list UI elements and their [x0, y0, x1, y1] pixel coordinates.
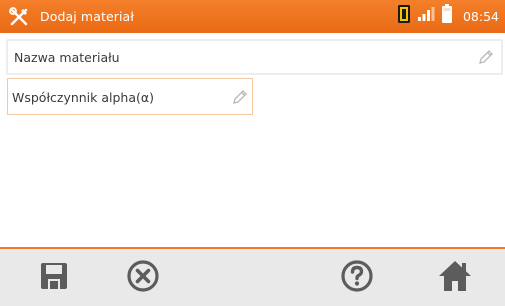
clock: 08:54 — [462, 8, 499, 24]
pencil-icon — [231, 88, 249, 106]
sd-card-icon — [397, 4, 411, 28]
home-icon — [437, 259, 473, 297]
home-button[interactable] — [434, 257, 476, 299]
help-button[interactable] — [336, 257, 378, 299]
title-bar: Dodaj materiał 08:54 — [0, 0, 505, 33]
save-button[interactable] — [33, 257, 75, 299]
cancel-icon — [126, 259, 160, 297]
alpha-coefficient-placeholder: Współczynnik alpha(α) — [12, 90, 155, 105]
save-icon — [39, 261, 69, 295]
alpha-coefficient-field[interactable]: Współczynnik alpha(α) — [7, 78, 253, 115]
cancel-button[interactable] — [122, 257, 164, 299]
bottom-toolbar — [0, 247, 505, 306]
page-title: Dodaj materiał — [40, 9, 134, 24]
pencil-icon — [477, 48, 495, 66]
material-name-field[interactable]: Nazwa materiału — [7, 40, 502, 74]
battery-icon — [441, 4, 453, 28]
help-icon — [340, 259, 374, 297]
tools-icon — [9, 7, 29, 27]
signal-icon — [417, 6, 435, 26]
status-area: 08:54 — [397, 4, 499, 28]
material-name-placeholder: Nazwa materiału — [14, 50, 120, 65]
